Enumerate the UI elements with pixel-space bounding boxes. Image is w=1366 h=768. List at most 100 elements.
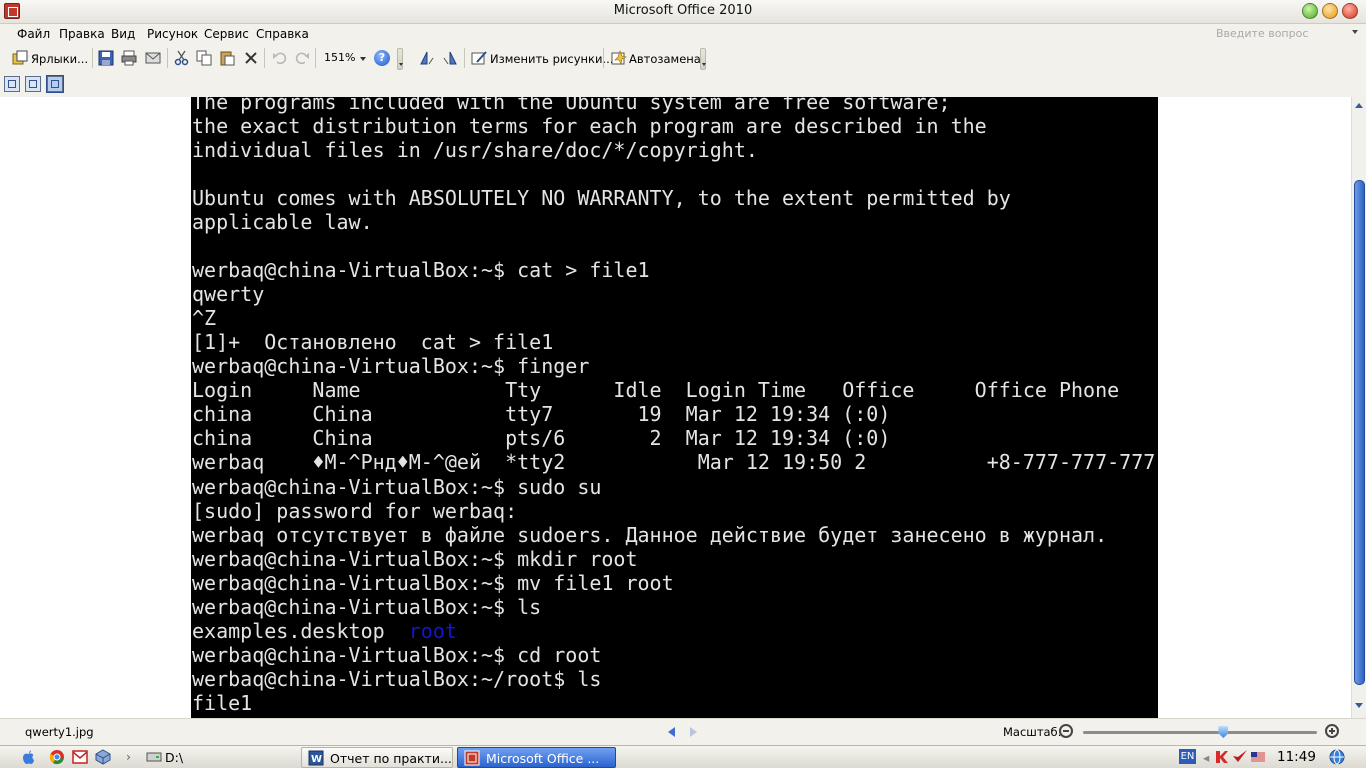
antivirus-icon[interactable] <box>1214 749 1230 765</box>
terminal-line: werbaq отсутствует в файле sudoers. Данн… <box>192 523 1108 547</box>
menu-bar: Файл Правка Вид Рисунок Сервис Справка В… <box>0 24 1366 44</box>
paste-icon[interactable] <box>219 50 235 66</box>
ls-output-file: examples.desktop <box>192 619 385 643</box>
terminal-line: applicable law. <box>192 210 373 234</box>
zoom-select[interactable]: 151% <box>320 50 370 66</box>
print-icon[interactable] <box>121 50 137 66</box>
apple-icon[interactable] <box>20 749 36 765</box>
single-picture-icon <box>51 80 59 88</box>
thumbnail-view-button[interactable] <box>4 76 20 92</box>
save-icon[interactable] <box>98 50 114 66</box>
word-icon: W <box>308 750 324 766</box>
terminal-line: werbaq@china-VirtualBox:~$ finger <box>192 354 590 378</box>
terminal-line: examples.desktop root <box>192 619 457 643</box>
terminal-line: werbaq@china-VirtualBox:~$ sudo su <box>192 475 602 499</box>
office-picture-manager-icon <box>464 750 480 766</box>
single-picture-view-button[interactable] <box>46 75 64 93</box>
shortcuts-icon[interactable] <box>12 50 28 66</box>
standard-toolbar: Ярлыки... 151% ? Изменить рисунки... Авт… <box>0 44 1366 72</box>
view-switcher <box>0 72 1366 97</box>
clock: 11:49 <box>1277 749 1316 765</box>
help-search-box[interactable]: Введите вопрос <box>1216 27 1308 40</box>
current-filename: qwerty1.jpg <box>25 725 94 739</box>
edit-pictures-icon[interactable] <box>471 50 487 66</box>
menu-edit[interactable]: Правка <box>59 27 105 41</box>
rotate-right-icon[interactable] <box>442 50 458 66</box>
minimize-button[interactable] <box>1302 3 1318 19</box>
cut-icon[interactable] <box>174 50 190 66</box>
delete-icon[interactable] <box>243 50 259 66</box>
zoom-in-icon[interactable] <box>1325 724 1339 738</box>
gmail-icon[interactable] <box>72 749 88 765</box>
svg-text:W: W <box>311 754 322 765</box>
terminal-line: china China tty7 19 Mar 12 19:34 (:0) <box>192 402 891 426</box>
toolbar-options-handle[interactable] <box>397 48 403 70</box>
terminal-line: werbaq@china-VirtualBox:~$ mkdir root <box>192 547 638 571</box>
terminal-line: werbaq@china-VirtualBox:~$ ls <box>192 595 542 619</box>
filmstrip-view-button[interactable] <box>25 76 41 92</box>
terminal-line: individual files in /usr/share/doc/*/cop… <box>192 138 758 162</box>
terminal-line: werbaq@china-VirtualBox:~$ cd root <box>192 643 602 667</box>
chevron-down-icon[interactable] <box>1352 30 1358 34</box>
menu-picture[interactable]: Рисунок <box>147 27 198 41</box>
close-button[interactable] <box>1342 3 1358 19</box>
undo-icon[interactable] <box>272 50 288 66</box>
copy-icon[interactable] <box>196 50 212 66</box>
edit-pictures-button[interactable]: Изменить рисунки... <box>490 52 613 66</box>
chrome-icon[interactable] <box>49 749 65 765</box>
thumbnails-icon <box>8 80 16 88</box>
zoom-out-icon[interactable] <box>1059 724 1073 738</box>
autocorrect-icon[interactable] <box>611 50 627 66</box>
vertical-scrollbar[interactable] <box>1351 97 1366 718</box>
toolbar-options-handle[interactable] <box>700 48 706 70</box>
menu-tools[interactable]: Сервис <box>204 27 249 41</box>
terminal-line: werbaq ♦M-^Рнд♦M-^@ей *tty2 Mar 12 19:50… <box>192 450 1156 474</box>
scroll-up-icon[interactable] <box>1355 103 1363 108</box>
menu-help[interactable]: Справка <box>256 27 309 41</box>
terminal-line: the exact distribution terms for each pr… <box>192 114 987 138</box>
zoom-slider-thumb[interactable] <box>1218 726 1229 738</box>
checkmark-icon[interactable] <box>1232 749 1248 765</box>
terminal-line: ^Z <box>192 306 217 330</box>
terminal-line: Ubuntu comes with ABSOLUTELY NO WARRANTY… <box>192 186 1011 210</box>
terminal-line: The programs included with the Ubuntu sy… <box>192 97 951 114</box>
taskbar: › D:\ W Отчет по практи... Microsoft Off… <box>0 745 1366 768</box>
ls-output-dir: root <box>408 619 457 643</box>
title-bar: Microsoft Office 2010 <box>0 0 1366 24</box>
us-flag-icon[interactable] <box>1250 749 1266 765</box>
shortcuts-button[interactable]: Ярлыки... <box>31 52 88 66</box>
rotate-left-icon[interactable] <box>419 50 435 66</box>
autocorrect-button[interactable]: Автозамена <box>629 52 701 66</box>
filmstrip-icon <box>29 80 37 88</box>
drive-icon[interactable] <box>146 749 162 765</box>
terminal-line: file1 <box>192 691 253 715</box>
scrollbar-thumb[interactable] <box>1354 180 1365 685</box>
zoom-slider[interactable] <box>1083 731 1317 734</box>
terminal-screenshot: The programs included with the Ubuntu sy… <box>191 97 1158 718</box>
picture-canvas[interactable]: The programs included with the Ubuntu sy… <box>0 97 1351 718</box>
menu-file[interactable]: Файл <box>17 27 50 41</box>
help-icon[interactable]: ? <box>374 50 390 66</box>
terminal-line: qwerty <box>192 282 265 306</box>
window-title: Microsoft Office 2010 <box>613 3 753 18</box>
drive-label[interactable]: D:\ <box>165 750 183 765</box>
status-bar: qwerty1.jpg Масштаб: <box>0 718 1366 745</box>
language-indicator[interactable]: EN <box>1179 749 1196 764</box>
zoom-label: Масштаб: <box>1003 725 1062 739</box>
menu-view[interactable]: Вид <box>111 27 135 41</box>
previous-picture-icon[interactable] <box>668 727 675 737</box>
terminal-line: werbaq@china-VirtualBox:~$ cat > file1 <box>192 258 650 282</box>
terminal-line: Login Name Tty Idle Login Time Office Of… <box>192 378 1120 402</box>
next-picture-icon[interactable] <box>690 727 697 737</box>
virtualbox-icon[interactable] <box>95 749 111 765</box>
terminal-line: china China pts/6 2 Mar 12 19:34 (:0) <box>192 426 891 450</box>
redo-icon[interactable] <box>294 50 310 66</box>
task-office-picture-manager[interactable]: Microsoft Office ... <box>457 747 616 768</box>
maximize-button[interactable] <box>1322 3 1338 19</box>
email-icon[interactable] <box>145 50 161 66</box>
task-word-document[interactable]: W Отчет по практи... <box>301 747 453 768</box>
network-icon[interactable] <box>1329 749 1345 765</box>
terminal-line: werbaq@china-VirtualBox:~$ mv file1 root <box>192 571 674 595</box>
terminal-line: [1]+ Остановлено cat > file1 <box>192 330 554 354</box>
scroll-down-icon[interactable] <box>1355 703 1363 708</box>
